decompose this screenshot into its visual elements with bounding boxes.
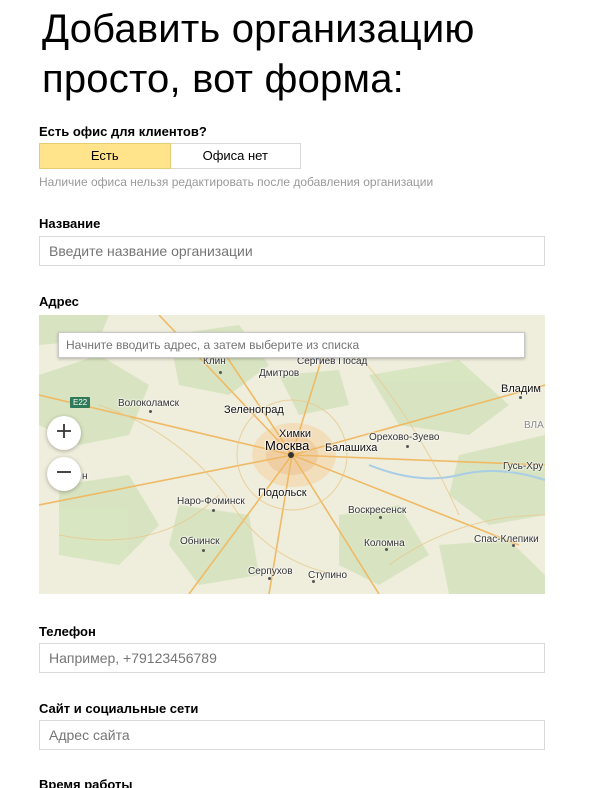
city-label: Гусь-Хру	[503, 461, 544, 472]
office-hint: Наличие офиса нельзя редактировать после…	[39, 175, 434, 189]
city-label: н	[82, 471, 88, 482]
city-label: Воскресенск	[348, 505, 407, 516]
city-dot	[512, 544, 515, 547]
city-dot	[212, 509, 215, 512]
address-search-input[interactable]	[58, 332, 525, 358]
city-dot	[385, 548, 388, 551]
city-label: Серпухов	[248, 566, 293, 577]
city-dot	[219, 371, 222, 374]
phone-label: Телефон	[39, 624, 96, 639]
address-label: Адрес	[39, 294, 79, 309]
city-label: Подольск	[258, 487, 307, 499]
minus-icon	[55, 463, 73, 486]
city-dot	[202, 549, 205, 552]
site-label: Сайт и социальные сети	[39, 701, 199, 716]
city-label: ВЛА	[524, 420, 544, 431]
zoom-in-button[interactable]	[47, 416, 81, 450]
page-title-line-2: просто, вот форма:	[42, 57, 404, 101]
moscow-marker	[288, 452, 294, 458]
page-title-line-1: Добавить организацию	[42, 7, 475, 51]
office-label: Есть офис для клиентов?	[39, 124, 207, 139]
city-label: Зеленоград	[224, 404, 284, 416]
page-title: Добавить организацию просто, вот форма:	[42, 4, 582, 104]
name-input[interactable]	[39, 236, 545, 266]
site-input[interactable]	[39, 720, 545, 750]
plus-icon	[55, 422, 73, 445]
city-label: Волоколамск	[118, 398, 179, 409]
city-label: Дмитров	[259, 368, 300, 379]
city-label: Орехово-Зуево	[369, 432, 440, 443]
city-dot	[149, 410, 152, 413]
city-label: Коломна	[364, 538, 405, 549]
city-label: Владим	[501, 383, 541, 395]
city-label: Спас-Клепики	[474, 534, 539, 545]
city-label: Наро-Фоминск	[177, 496, 245, 507]
office-toggle: Есть Офиса нет	[39, 143, 301, 169]
hours-label: Время работы	[39, 777, 133, 788]
road-badge: E22	[70, 397, 91, 408]
city-dot	[379, 516, 382, 519]
phone-input[interactable]	[39, 643, 545, 673]
office-yes-option[interactable]: Есть	[39, 143, 171, 169]
city-label: Балашиха	[325, 442, 378, 454]
city-dot	[519, 396, 522, 399]
office-no-option[interactable]: Офиса нет	[170, 143, 301, 169]
city-label: Обнинск	[180, 536, 220, 547]
city-label-capital: Москва	[265, 438, 310, 453]
city-dot	[312, 580, 315, 583]
city-dot	[406, 445, 409, 448]
city-dot	[268, 577, 271, 580]
zoom-out-button[interactable]	[47, 457, 81, 491]
address-map[interactable]: E22 Клин Сергиев Посад Дмитров Владим Во…	[39, 315, 545, 594]
name-label: Название	[39, 216, 101, 231]
